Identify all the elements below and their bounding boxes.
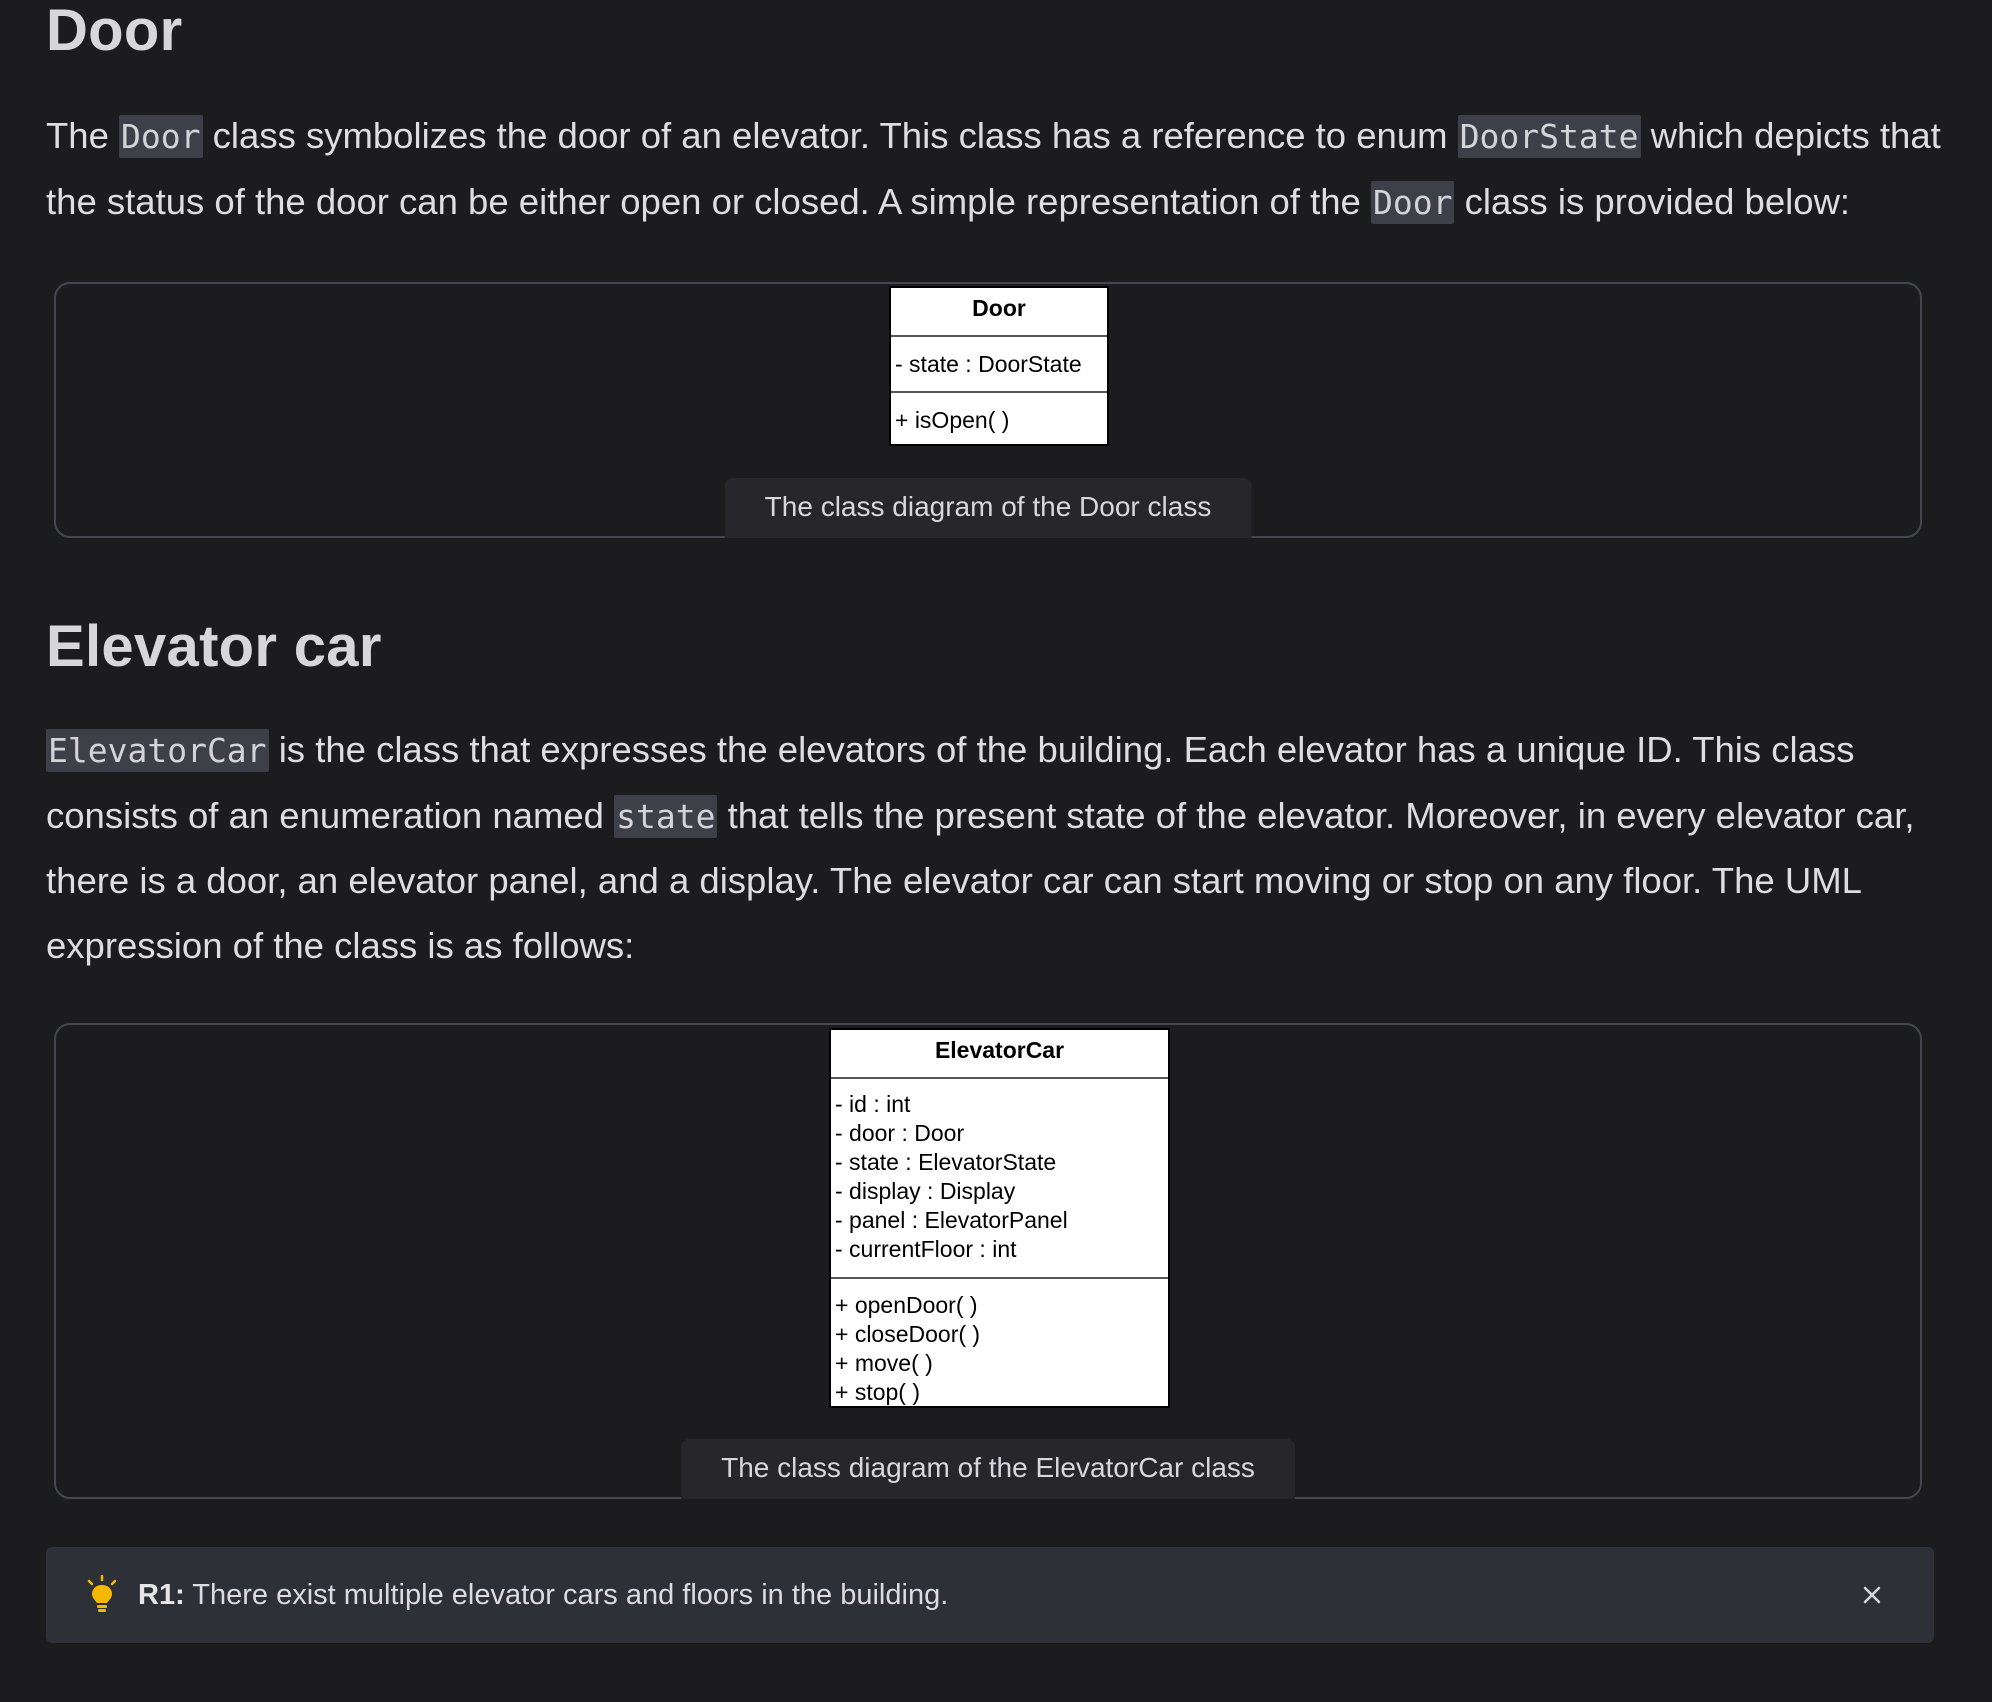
uml-attribute: - state : ElevatorState xyxy=(835,1149,1057,1175)
door-text-4: class is provided below: xyxy=(1454,180,1851,222)
doorstate-code-ref: DoorState xyxy=(1457,115,1641,158)
uml-class-name: ElevatorCar xyxy=(831,1030,1168,1079)
lightbulb-icon xyxy=(84,1574,120,1615)
figure-caption: The class diagram of the Door class xyxy=(724,478,1252,538)
requirement-text: There exist multiple elevator cars and f… xyxy=(184,1579,949,1611)
elevator-car-description: ElevatorCar is the class that expresses … xyxy=(46,718,1946,978)
door-code-ref-2: Door xyxy=(1370,180,1455,224)
uml-attribute: - currentFloor : int xyxy=(835,1236,1017,1262)
requirement-label: R1: xyxy=(138,1579,185,1611)
uml-method: + closeDoor( ) xyxy=(835,1321,981,1347)
callout-text: R1: There exist multiple elevator cars a… xyxy=(138,1547,948,1643)
figure-caption: The class diagram of the ElevatorCar cla… xyxy=(681,1439,1295,1499)
uml-attributes: - state : DoorState xyxy=(891,337,1107,393)
uml-method: + openDoor( ) xyxy=(835,1292,978,1318)
elevator-car-figure: ElevatorCar - id : int - door : Door - s… xyxy=(54,1023,1922,1499)
uml-methods: + isOpen( ) xyxy=(891,393,1107,449)
door-class-diagram: Door - state : DoorState + isOpen( ) xyxy=(889,286,1109,446)
elevator-car-heading: Elevator car xyxy=(46,614,382,679)
uml-attribute: - id : int xyxy=(835,1091,911,1117)
uml-attribute: - state : DoorState xyxy=(895,351,1082,377)
elevatorcar-code-ref: ElevatorCar xyxy=(46,729,269,772)
uml-method: + move( ) xyxy=(835,1350,933,1376)
requirement-callout: R1: There exist multiple elevator cars a… xyxy=(46,1547,1934,1643)
door-figure: Door - state : DoorState + isOpen( ) The… xyxy=(54,282,1922,538)
door-description: The Door class symbolizes the door of an… xyxy=(46,104,1946,235)
uml-attribute: - panel : ElevatorPanel xyxy=(835,1207,1068,1233)
uml-method: + isOpen( ) xyxy=(895,407,1010,433)
door-text-1: The xyxy=(46,115,120,156)
uml-class-name: Door xyxy=(891,288,1107,337)
door-heading: Door xyxy=(46,0,183,63)
uml-methods: + openDoor( ) + closeDoor( ) + move( ) +… xyxy=(831,1279,1168,1407)
uml-attribute: - display : Display xyxy=(835,1178,1016,1204)
uml-method: + stop( ) xyxy=(835,1379,921,1405)
state-code-ref: state xyxy=(614,794,718,838)
close-icon[interactable] xyxy=(1856,1579,1888,1611)
uml-attributes: - id : int - door : Door - state : Eleva… xyxy=(831,1079,1168,1279)
door-text-2: class symbolizes the door of an elevator… xyxy=(202,115,1458,156)
elevator-car-class-diagram: ElevatorCar - id : int - door : Door - s… xyxy=(829,1028,1170,1408)
uml-attribute: - door : Door xyxy=(835,1120,965,1146)
door-code-ref: Door xyxy=(119,115,203,158)
